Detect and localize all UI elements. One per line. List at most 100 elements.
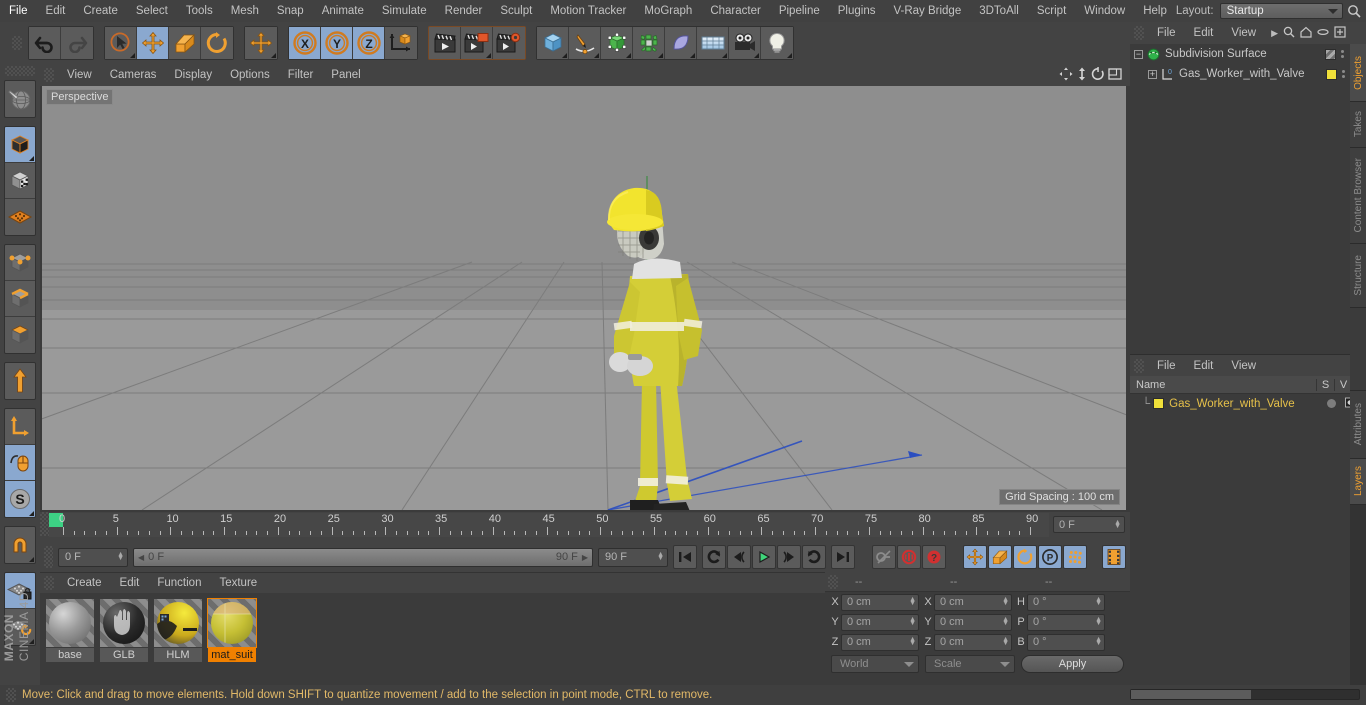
- menu-tools[interactable]: Tools: [177, 0, 222, 22]
- material-preview[interactable]: [46, 599, 94, 647]
- material-preview[interactable]: [154, 599, 202, 647]
- points-mode-button[interactable]: [5, 245, 35, 281]
- object-row-gas-worker-with-valve[interactable]: + 0 Gas_Worker_with_Valve: [1130, 64, 1366, 84]
- enable-snapping-button[interactable]: S: [5, 481, 35, 517]
- menu-window[interactable]: Window: [1075, 0, 1134, 22]
- viewport-menu-options[interactable]: Options: [221, 64, 279, 86]
- material-item-base[interactable]: base: [46, 599, 94, 662]
- object-manager-gripper[interactable]: [1134, 26, 1144, 40]
- next-frame-button[interactable]: [777, 545, 801, 569]
- tab-content-browser[interactable]: Content Browser: [1350, 148, 1366, 244]
- material-menu-texture[interactable]: Texture: [210, 572, 266, 594]
- layer-menu-edit[interactable]: Edit: [1185, 355, 1223, 377]
- size-z-field[interactable]: 0 cm ▲ ▼: [934, 633, 1012, 651]
- timeline-ruler[interactable]: 0 5 10 15 20 25 30 35 40 45 50 55 60 65 70 75 80 85 90: [49, 513, 1049, 537]
- texture-mode-button[interactable]: [5, 163, 35, 199]
- live-selection-tool[interactable]: [105, 27, 137, 59]
- menu-edit[interactable]: Edit: [37, 0, 75, 22]
- spinner-icon[interactable]: ▲ ▼: [1095, 616, 1102, 627]
- tab-takes[interactable]: Takes: [1350, 102, 1366, 148]
- previous-frame-button[interactable]: [727, 545, 751, 569]
- coordinates-gripper[interactable]: [828, 574, 838, 589]
- material-menu-function[interactable]: Function: [148, 572, 210, 594]
- menu-select[interactable]: Select: [127, 0, 177, 22]
- play-forward-loop-button[interactable]: [802, 545, 826, 569]
- maximize-view-icon[interactable]: [1108, 67, 1122, 84]
- visibility-dots[interactable]: [1340, 50, 1344, 58]
- spinner-icon[interactable]: ▲ ▼: [117, 551, 124, 562]
- go-to-end-button[interactable]: [831, 545, 855, 569]
- layer-menu-file[interactable]: File: [1148, 355, 1185, 377]
- polygons-mode-button[interactable]: [5, 317, 35, 353]
- visibility-dots[interactable]: [1342, 70, 1345, 78]
- enable-axis-modification-button[interactable]: [5, 445, 35, 481]
- transport-gripper[interactable]: [44, 546, 53, 568]
- add-camera-button[interactable]: [729, 27, 761, 59]
- workplane-mode-button[interactable]: [5, 199, 35, 235]
- menu-create[interactable]: Create: [74, 0, 127, 22]
- parameter-key-toggle[interactable]: P: [1038, 545, 1062, 569]
- expander-icon[interactable]: +: [1148, 69, 1157, 79]
- layer-color-swatch[interactable]: [1153, 398, 1165, 409]
- tag-swatch-grey[interactable]: [1324, 48, 1336, 60]
- menu-mesh[interactable]: Mesh: [222, 0, 268, 22]
- size-y-field[interactable]: 0 cm ▲ ▼: [934, 613, 1012, 631]
- tag-swatch-yellow[interactable]: [1326, 68, 1337, 80]
- pan-view-icon[interactable]: [1059, 67, 1073, 84]
- scrollbar-thumb[interactable]: [1131, 690, 1251, 699]
- status-gripper[interactable]: [6, 688, 16, 702]
- layer-manager-gripper[interactable]: [1134, 358, 1144, 373]
- coord-system-dropdown[interactable]: World: [831, 655, 919, 673]
- record-active-objects-button[interactable]: [872, 545, 896, 569]
- size-x-field[interactable]: 0 cm ▲ ▼: [934, 593, 1012, 611]
- spinner-icon[interactable]: ▲ ▼: [909, 636, 916, 647]
- menu-sculpt[interactable]: Sculpt: [491, 0, 541, 22]
- add-array-button[interactable]: [633, 27, 665, 59]
- menu-3dtoall[interactable]: 3DToAll: [970, 0, 1028, 22]
- render-settings-button[interactable]: [493, 27, 525, 59]
- menu-character[interactable]: Character: [701, 0, 770, 22]
- end-frame-field[interactable]: 90 F ▲ ▼: [598, 547, 668, 567]
- scale-tool[interactable]: [169, 27, 201, 59]
- object-row-subdivision-surface[interactable]: − Subdivision Surface ✓: [1130, 44, 1366, 64]
- new-layer-icon[interactable]: [1334, 25, 1346, 41]
- viewport-menu-filter[interactable]: Filter: [279, 64, 323, 86]
- material-preview[interactable]: [207, 598, 257, 648]
- material-item-mat-suit[interactable]: mat_suit: [207, 598, 257, 662]
- menu-motion-tracker[interactable]: Motion Tracker: [541, 0, 635, 22]
- menu-help[interactable]: Help: [1134, 0, 1176, 22]
- tab-structure[interactable]: Structure: [1350, 244, 1366, 308]
- menu-script[interactable]: Script: [1028, 0, 1075, 22]
- add-nurbs-button[interactable]: [601, 27, 633, 59]
- object-menu-view[interactable]: View: [1222, 22, 1265, 44]
- position-z-field[interactable]: 0 cm ▲ ▼: [841, 633, 919, 651]
- tab-layers[interactable]: Layers: [1350, 459, 1366, 505]
- rotate-view-icon[interactable]: [1091, 66, 1105, 84]
- horizontal-scrollbar[interactable]: [1130, 689, 1360, 700]
- axis-modify-button[interactable]: [5, 409, 35, 445]
- dolly-view-icon[interactable]: [1076, 67, 1088, 84]
- spinner-icon[interactable]: ▲ ▼: [1095, 636, 1102, 647]
- move-tool[interactable]: [137, 27, 169, 59]
- spinner-icon[interactable]: ▲ ▼: [1095, 596, 1102, 607]
- start-frame-field[interactable]: 0 F ▲ ▼: [58, 547, 128, 567]
- menu-render[interactable]: Render: [436, 0, 492, 22]
- search-icon[interactable]: [1343, 4, 1366, 18]
- render-to-picture-viewer-button[interactable]: [461, 27, 493, 59]
- ellipse-icon[interactable]: [1317, 26, 1329, 41]
- coord-mode-dropdown[interactable]: Scale: [925, 655, 1015, 673]
- rotation-key-toggle[interactable]: [1013, 545, 1037, 569]
- timeline-button[interactable]: [1102, 545, 1126, 569]
- lock-x-axis-button[interactable]: X: [289, 27, 321, 59]
- menu-animate[interactable]: Animate: [313, 0, 373, 22]
- toolbar-gripper[interactable]: [12, 36, 22, 50]
- layer-row-gas-worker-with-valve[interactable]: └ Gas_Worker_with_Valve: [1130, 394, 1366, 413]
- viewport-3d-canvas[interactable]: Y X Z Perspective Grid Spacing : 100 cm: [42, 86, 1126, 510]
- rotation-p-field[interactable]: 0 ° ▲ ▼: [1027, 613, 1105, 631]
- scale-key-toggle[interactable]: [988, 545, 1012, 569]
- position-key-toggle[interactable]: [963, 545, 987, 569]
- rotate-tool[interactable]: [201, 27, 233, 59]
- lock-z-axis-button[interactable]: Z: [353, 27, 385, 59]
- viewport-gripper[interactable]: [44, 68, 54, 82]
- add-spline-button[interactable]: [569, 27, 601, 59]
